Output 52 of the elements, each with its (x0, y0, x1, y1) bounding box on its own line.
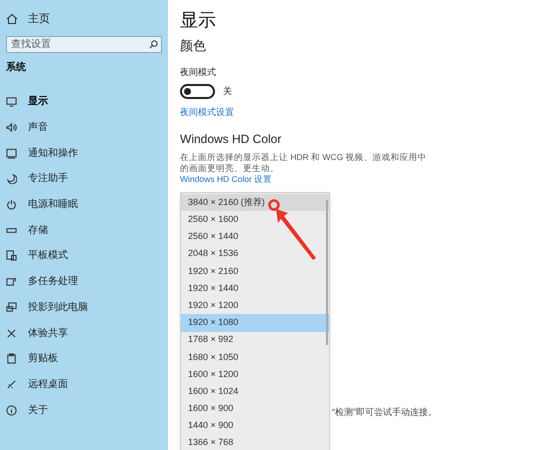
section-heading: 系统 (5, 60, 27, 75)
settings-link[interactable]: Windows HD Color 设置 (180, 174, 559, 184)
section-heading: Windows HD Color (180, 130, 282, 148)
clipboard-icon (6, 353, 17, 364)
sidebar-item[interactable]: 远程桌面 (0, 372, 168, 398)
dropdown-option[interactable]: 1920 × 1200 (181, 297, 329, 314)
sidebar-item[interactable]: 体验共享 (0, 320, 168, 346)
dropdown-option[interactable]: 1920 × 1080 (181, 314, 329, 332)
dropdown-option[interactable]: 3840 × 2160 (推荐) (181, 194, 329, 212)
description-text: “检测”即可尝试手动连接。 (332, 406, 437, 419)
dropdown-option[interactable]: 2048 × 1536 (181, 246, 329, 263)
sidebar-item[interactable]: 电源和睡眠 (0, 192, 168, 218)
section-heading: 颜色 (180, 37, 207, 55)
dropdown-option[interactable]: 1600 × 900 (181, 400, 329, 418)
settings-link[interactable]: 夜间模式设置 (180, 106, 559, 120)
sidebar-item[interactable]: 声音 (0, 114, 168, 140)
dropdown-option[interactable]: 1768 × 992 (181, 332, 329, 349)
power-icon (6, 199, 17, 210)
dropdown-option[interactable]: 2560 × 1600 (181, 211, 329, 228)
pointer-arrow-drawing (268, 199, 316, 260)
sidebar-item[interactable]: 多任务处理 (0, 268, 168, 294)
search-field[interactable]: 查找设置 (6, 36, 162, 53)
info-icon (6, 404, 17, 416)
sidebar-item[interactable]: 存储 (0, 217, 168, 244)
sidebar-item[interactable]: 剪贴板 (0, 346, 168, 372)
page-title: 显示 (180, 9, 217, 32)
projector-icon (6, 302, 17, 313)
search-icon (149, 40, 158, 49)
toggle-state: 关 (223, 84, 232, 98)
dropdown-option[interactable]: 1600 × 1200 (181, 366, 329, 384)
monitor-icon (6, 96, 17, 108)
tablet-icon (6, 250, 17, 262)
window-icon (6, 276, 17, 288)
dropdown-option[interactable]: 1680 × 1050 (181, 348, 329, 366)
sidebar-home-link[interactable]: 主页 (28, 10, 50, 28)
sidebar-item[interactable]: 关于 (0, 397, 168, 423)
sidebar-item[interactable]: 投影到此电脑 (0, 294, 168, 320)
sidebar-item[interactable]: 通知和操作 (0, 140, 168, 166)
speaker-icon (6, 122, 17, 134)
setting-label: 夜间模式 (180, 66, 217, 78)
sidebar-item[interactable]: 专注助手 (0, 166, 168, 192)
toggle-switch[interactable] (180, 84, 215, 99)
dropdown-option[interactable]: 1920 × 1440 (181, 280, 329, 298)
dropdown-option[interactable]: 1366 × 768 (181, 434, 329, 450)
moon-icon (6, 173, 17, 184)
description-text: 在上面所选择的显示器上让 HDR 和 WCG 视频、游戏和应用中的画面更明亮、更生动。 (180, 152, 428, 174)
dropdown-option[interactable]: 1440 × 900 (181, 417, 329, 435)
sidebar-item[interactable]: 平板模式 (0, 243, 168, 269)
dropdown-option[interactable]: 1600 × 1024 (181, 383, 329, 400)
dropdown-option[interactable]: 2560 × 1440 (181, 228, 329, 246)
dropdown-option[interactable]: 1920 × 2160 (181, 262, 329, 280)
home-icon (6, 13, 18, 25)
